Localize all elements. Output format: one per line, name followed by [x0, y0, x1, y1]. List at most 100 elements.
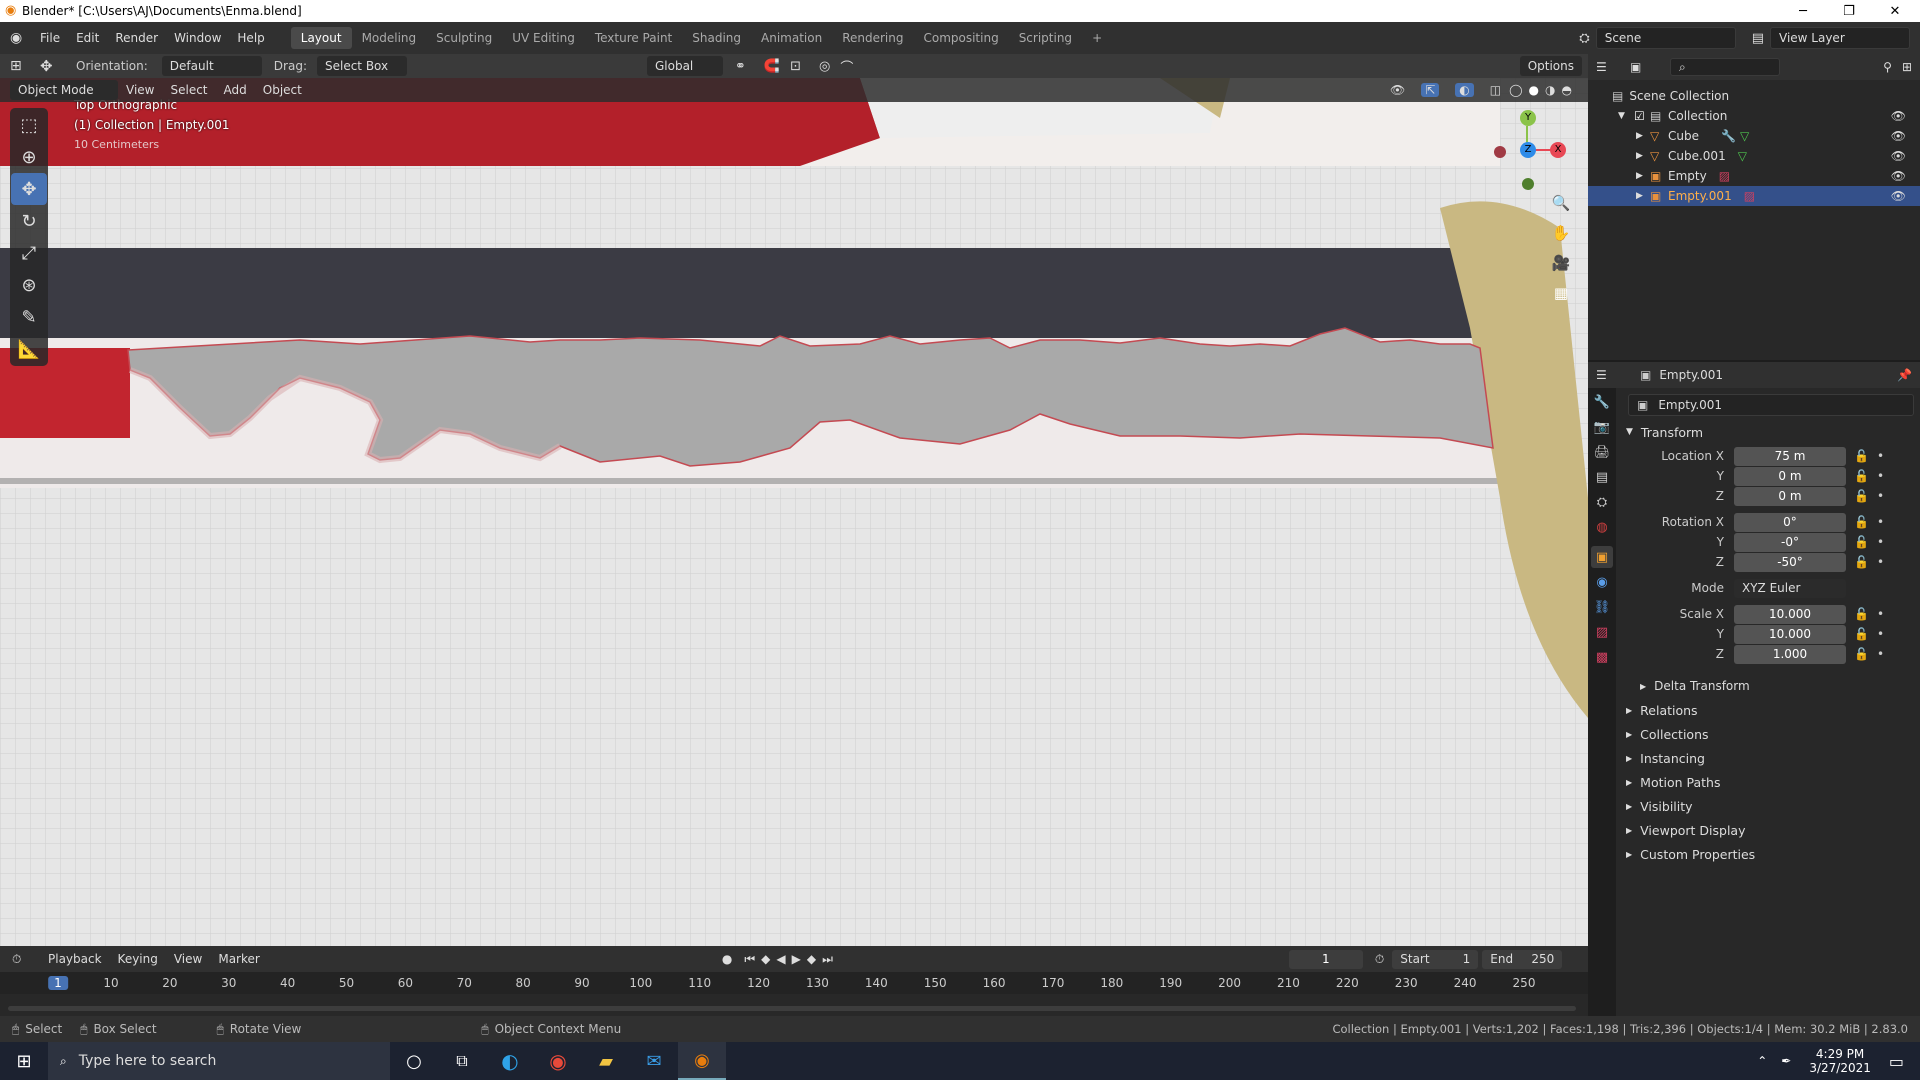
viewport-canvas[interactable]	[0, 78, 1588, 946]
navigation-gizmo[interactable]: Y Z X	[1484, 108, 1574, 198]
scene-selector[interactable]: Scene	[1595, 27, 1736, 49]
blender-taskbar-icon[interactable]: ◉	[678, 1042, 726, 1080]
move-tool-icon[interactable]: ✥	[11, 173, 47, 205]
checkbox-icon[interactable]: ☑	[1634, 109, 1650, 123]
view-layer-tab-icon[interactable]: ▤	[1591, 466, 1613, 488]
world-tab-icon[interactable]: ◍	[1591, 516, 1613, 538]
motion-paths-panel[interactable]: ▶ Motion Paths	[1616, 770, 1920, 794]
outliner-scene-collection[interactable]: ▤ Scene Collection	[1588, 86, 1920, 106]
edge-browser-icon[interactable]: ◐	[486, 1042, 534, 1080]
grid-toggle-icon[interactable]: ▦	[1548, 284, 1574, 314]
outliner-item-cube-001[interactable]: ▶ ▽ Cube.001 ▽ 👁	[1588, 146, 1920, 166]
pin-icon[interactable]: 📌	[1897, 368, 1912, 382]
transform-panel-header[interactable]: ▼ Transform	[1616, 420, 1920, 444]
expand-arrow-icon[interactable]: ▶	[1636, 131, 1650, 141]
timeline-menu-keying[interactable]: Keying	[110, 952, 166, 966]
drag-dropdown[interactable]: Select Box	[316, 56, 407, 76]
visibility-panel[interactable]: ▶ Visibility	[1616, 794, 1920, 818]
notification-icon[interactable]: ▭	[1889, 1052, 1904, 1071]
constraints-tab-icon[interactable]: ⛓	[1591, 596, 1613, 618]
record-icon[interactable]: ●	[722, 952, 732, 966]
snap-target-icon[interactable]: ⊡	[790, 59, 801, 74]
view-layer-selector[interactable]: View Layer	[1770, 27, 1910, 49]
texture-tab-icon[interactable]: ▩	[1591, 646, 1613, 668]
file-explorer-icon[interactable]: ▰	[582, 1042, 630, 1080]
collections-panel[interactable]: ▶ Collections	[1616, 722, 1920, 746]
overlay-toggle-icon[interactable]: ◐	[1455, 83, 1474, 97]
viewport-menu-add[interactable]: Add	[216, 83, 255, 97]
keyframe-dot-icon[interactable]: •	[1877, 515, 1884, 529]
end-frame-field[interactable]: End 250	[1482, 949, 1563, 969]
blender-menu-icon[interactable]: ◉	[10, 30, 32, 46]
transform-tool-icon[interactable]: ⊛	[11, 269, 47, 301]
select-box-tool-icon[interactable]: ⬚	[11, 109, 47, 141]
add-workspace-button[interactable]: +	[1082, 27, 1112, 49]
start-frame-field[interactable]: Start 1	[1392, 949, 1479, 969]
output-tab-icon[interactable]: 🖨	[1591, 441, 1613, 463]
pan-hand-icon[interactable]: ✋	[1548, 224, 1574, 254]
outliner-search-input[interactable]: ⌕	[1670, 58, 1780, 76]
display-mode-icon[interactable]: ▣	[1630, 60, 1670, 74]
zoom-icon[interactable]: 🔍	[1548, 194, 1574, 224]
new-collection-icon[interactable]: ⊞	[1902, 60, 1912, 74]
play-icon[interactable]: ▶	[792, 952, 801, 966]
scale-z-field[interactable]: 1.000	[1734, 644, 1846, 664]
lock-icon[interactable]: 🔓	[1854, 515, 1869, 529]
menu-help[interactable]: Help	[229, 31, 272, 45]
keyframe-dot-icon[interactable]: •	[1877, 469, 1884, 483]
scale-y-field[interactable]: 10.000	[1734, 624, 1846, 644]
lock-icon[interactable]: 🔓	[1854, 627, 1869, 641]
maximize-button[interactable]: ❐	[1826, 0, 1872, 22]
keyframe-dot-icon[interactable]: •	[1877, 555, 1884, 569]
filter-icon[interactable]: ⚲	[1883, 60, 1892, 74]
tab-layout[interactable]: Layout	[290, 27, 352, 49]
outliner-item-cube[interactable]: ▶ ▽ Cube 🔧 ▽ 👁	[1588, 126, 1920, 146]
pivot-point-icon[interactable]: ⚭	[735, 59, 746, 74]
tab-modeling[interactable]: Modeling	[352, 27, 427, 49]
expand-arrow-icon[interactable]: ▼	[1618, 111, 1634, 121]
timeline-menu-playback[interactable]: Playback	[40, 952, 110, 966]
keyframe-dot-icon[interactable]: •	[1877, 449, 1884, 463]
viewport-menu-object[interactable]: Object	[255, 83, 310, 97]
editor-type-icon[interactable]: ⊞	[10, 58, 40, 74]
rotation-y-field[interactable]: -0°	[1734, 532, 1846, 552]
jump-end-icon[interactable]: ⏭	[822, 952, 833, 967]
tab-uv-editing[interactable]: UV Editing	[502, 27, 585, 49]
eye-icon[interactable]: 👁	[1891, 169, 1906, 183]
transform-orientation-dropdown[interactable]: Global	[646, 56, 723, 76]
eye-icon[interactable]: 👁	[1891, 129, 1906, 143]
timeline-ruler[interactable]: 1 10 20 30 40 50 60 70 80 90 100 110 120 130 140 150 160…	[0, 972, 1588, 994]
expand-arrow-icon[interactable]: ▶	[1636, 191, 1650, 201]
prev-keyframe-icon[interactable]: ◆	[761, 952, 770, 966]
proportional-edit-icon[interactable]: ◎	[819, 59, 830, 74]
mail-icon[interactable]: ✉	[630, 1042, 678, 1080]
chrome-browser-icon[interactable]: ◉	[534, 1042, 582, 1080]
tab-shading[interactable]: Shading	[682, 27, 751, 49]
lock-icon[interactable]: 🔓	[1854, 489, 1869, 503]
keyframe-dot-icon[interactable]: •	[1877, 489, 1884, 503]
tab-rendering[interactable]: Rendering	[832, 27, 913, 49]
timeline-editor-icon[interactable]: ⏱	[12, 952, 40, 967]
task-view-icon[interactable]: ⧉	[438, 1042, 486, 1080]
tray-chevron-icon[interactable]: ⌃	[1757, 1054, 1767, 1068]
rotation-z-field[interactable]: -50°	[1734, 552, 1846, 572]
solid-shading-icon[interactable]: ●	[1529, 83, 1539, 97]
rotation-x-field[interactable]: 0°	[1734, 512, 1846, 532]
custom-properties-panel[interactable]: ▶ Custom Properties	[1616, 842, 1920, 866]
playhead-frame[interactable]: 1	[48, 976, 68, 990]
eye-icon[interactable]: 👁	[1891, 149, 1906, 163]
lock-icon[interactable]: 🔓	[1854, 607, 1869, 621]
location-y-field[interactable]: 0 m	[1734, 466, 1846, 486]
gizmo-y-axis[interactable]: Y	[1520, 110, 1536, 126]
camera-icon[interactable]: 🎥	[1548, 254, 1574, 284]
tab-compositing[interactable]: Compositing	[913, 27, 1008, 49]
gizmo-x-axis[interactable]: X	[1550, 142, 1566, 158]
play-reverse-icon[interactable]: ◀	[776, 952, 785, 966]
3d-viewport[interactable]: Top Orthographic (1) Collection | Empty.…	[0, 78, 1588, 946]
annotate-tool-icon[interactable]: ✎	[11, 301, 47, 333]
expand-arrow-icon[interactable]: ▶	[1636, 171, 1650, 181]
falloff-icon[interactable]: ⌒	[840, 57, 853, 76]
keyframe-dot-icon[interactable]: •	[1877, 607, 1884, 621]
auto-keying-icon[interactable]: ⏱	[1375, 952, 1384, 967]
properties-editor-icon[interactable]: ☰	[1596, 368, 1640, 382]
